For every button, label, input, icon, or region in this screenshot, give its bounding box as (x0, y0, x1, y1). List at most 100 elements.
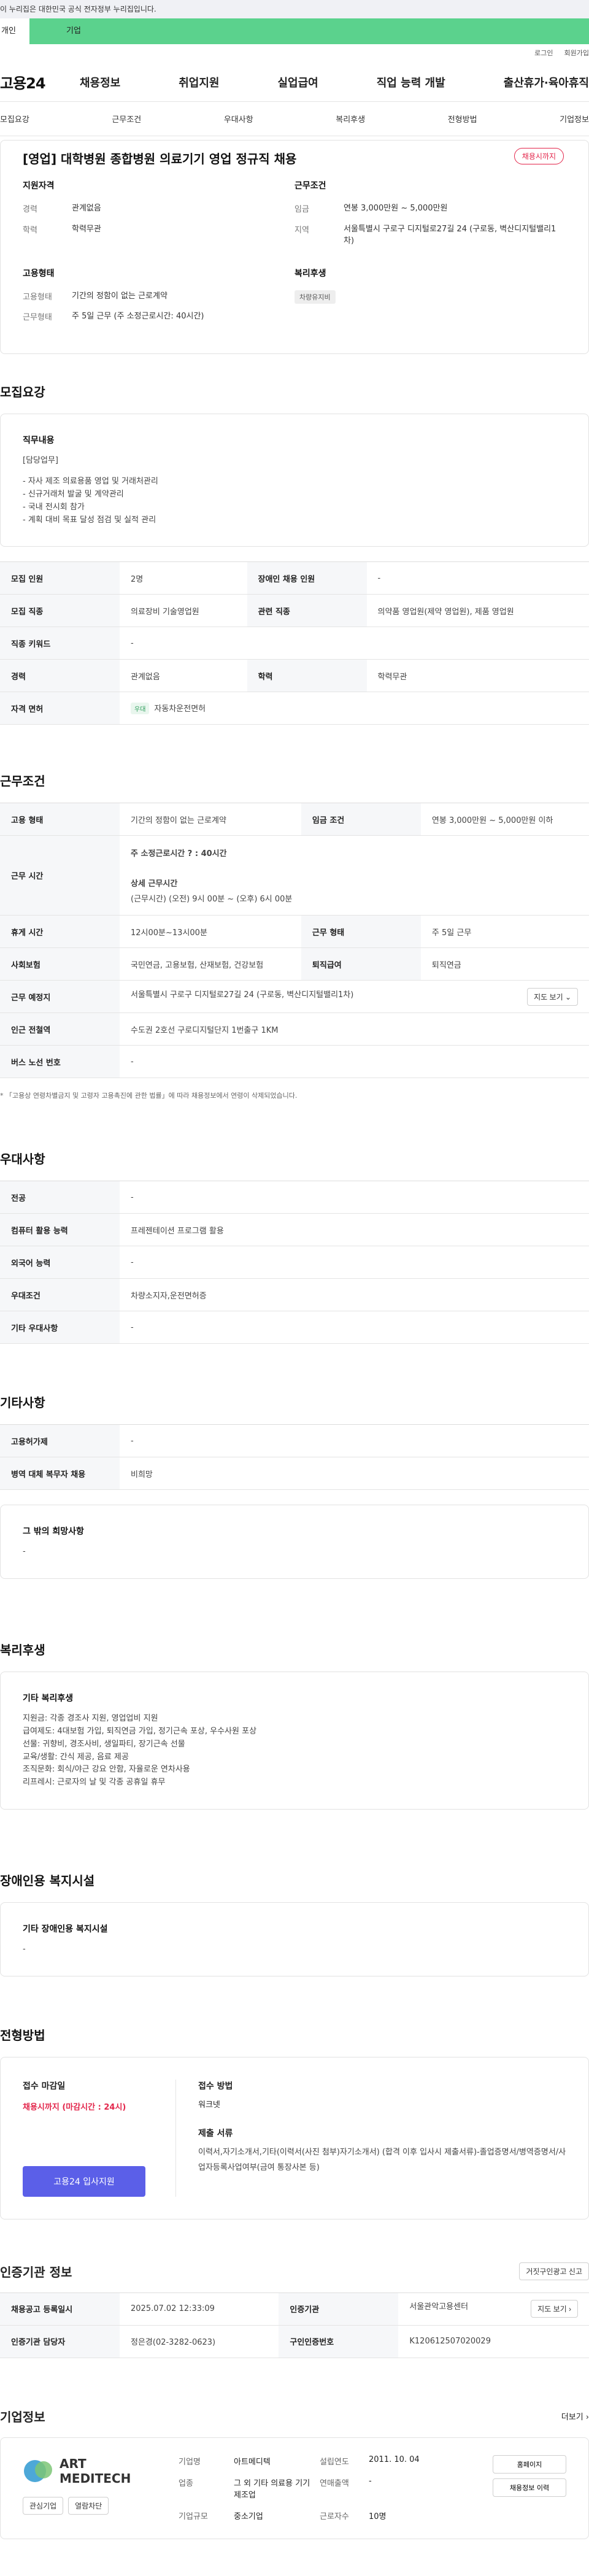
table-row: 고용 형태기간의 정함이 없는 근로계약임금 조건연봉 3,000만원 ~ 5,… (0, 803, 589, 836)
cond-title: 근무조건 (294, 179, 566, 191)
work-table: 고용 형태기간의 정함이 없는 근로계약임금 조건연봉 3,000만원 ~ 5,… (0, 803, 589, 1078)
license: 자동차운전면허 (154, 704, 206, 714)
fav-button[interactable]: 관심기업 (23, 2497, 63, 2515)
value: 기간의 정함이 없는 근로계약 (72, 290, 294, 303)
report-button[interactable]: 거짓구인광고 신고 (519, 2262, 589, 2280)
welfare-section-title: 복리후생 (0, 1640, 589, 1658)
td: 기간의 정함이 없는 근로계약 (120, 803, 301, 836)
value: 관계없음 (72, 202, 294, 215)
value: 주 5일 근무 (주 소정근로시간: 40시간) (72, 310, 294, 323)
hiring-history-button[interactable]: 채용정보 이력 (493, 2478, 566, 2497)
method-box: 접수 마감일 채용시까지 (마감시간 : 24시) 고용24 입사지원 접수 방… (0, 2057, 589, 2219)
table-row: 직종 키워드- (0, 627, 589, 660)
welfare-sub: 기타 복리후생 (23, 1692, 566, 1704)
td: 연봉 3,000만원 ~ 5,000만원 이하 (421, 803, 589, 836)
table-row: 우대조건차량소지자,운전면허증 (0, 1279, 589, 1311)
label: 경력 (23, 202, 72, 215)
hope-box: 그 밖의 희망사항 - (0, 1505, 589, 1579)
value: 학력무관 (72, 223, 294, 236)
th: 학력 (247, 660, 367, 692)
login-link[interactable]: 로그인 (534, 44, 553, 63)
td: 프레젠테이션 프로그램 활용 (120, 1214, 589, 1246)
value: 그 외 기타 의료용 기기 제조업 (234, 2477, 320, 2500)
lnb-welfare[interactable]: 복리후생 (336, 113, 365, 125)
gnb-jobs[interactable]: 채용정보 (80, 74, 120, 90)
logo-text-art: ART (60, 2456, 131, 2471)
label: 기업규모 (179, 2510, 234, 2521)
td: - (120, 1181, 589, 1214)
td: 서울특별시 구로구 디지털로27길 24 (구로동, 벽산디지털밸리1차) 지도 … (120, 981, 589, 1013)
gnb-employment-support[interactable]: 취업지원 (179, 74, 219, 90)
th: 인증기관 담당자 (0, 2325, 120, 2358)
th: 외국어 능력 (0, 1246, 120, 1279)
job-summary-card: [영업] 대학병원 종합병원 의료기기 영업 정규직 채용 채용시까지 지원자격… (0, 140, 589, 354)
pref-pill: 우대 (131, 703, 149, 714)
hope-title: 그 밖의 희망사항 (23, 1525, 566, 1537)
apply-button[interactable]: 고용24 입사지원 (23, 2166, 145, 2197)
td: - (120, 1246, 589, 1279)
lnb-work[interactable]: 근무조건 (112, 113, 141, 125)
th: 우대조건 (0, 1279, 120, 1311)
qual-title: 지원자격 (23, 179, 294, 191)
gnb-training[interactable]: 직업 능력 개발 (377, 74, 445, 90)
work-section-title: 근무조건 (0, 771, 589, 789)
th: 병역 대체 복무자 채용 (0, 1457, 120, 1490)
value: 서울특별시 구로구 디지털로27길 24 (구로동, 벽산디지털밸리1차) (344, 223, 566, 247)
map-button[interactable]: 지도 보기 ⌄ (527, 988, 578, 1006)
util-bar: 로그인 회원가입 (0, 44, 589, 63)
block-button[interactable]: 열람차단 (68, 2497, 109, 2515)
lnb-pref[interactable]: 우대사항 (224, 113, 253, 125)
label: 근무형태 (23, 310, 72, 323)
label: 설립연도 (320, 2455, 369, 2467)
label: 임금 (294, 202, 344, 215)
duty-line: - 계획 대비 목표 달성 점검 및 실적 관리 (23, 514, 566, 527)
homepage-button[interactable]: 홈페이지 (493, 2455, 566, 2474)
lnb-method[interactable]: 전형방법 (448, 113, 477, 125)
place: 서울특별시 구로구 디지털로27길 24 (구로동, 벽산디지털밸리1차) (131, 990, 353, 1000)
table-row: 경력관계없음학력학력무관 (0, 660, 589, 692)
duty-title: 직무내용 (23, 434, 566, 446)
site-logo[interactable]: 고용24 (0, 71, 67, 93)
td: 국민연금, 고용보험, 산재보험, 건강보험 (120, 948, 301, 981)
value: 아트메디텍 (234, 2455, 320, 2467)
label: 근로자수 (320, 2510, 369, 2521)
global-nav: 고용24 채용정보 취업지원 실업급여 직업 능력 개발 출산휴가·육아휴직 (0, 63, 589, 102)
pref-section-title: 우대사항 (0, 1149, 589, 1167)
lnb-recruit[interactable]: 모집요강 (0, 113, 29, 125)
other-table: 고용허가제- 병역 대체 복무자 채용비희망 (0, 1424, 589, 1490)
table-row: 고용허가제- (0, 1425, 589, 1457)
table-row: 컴퓨터 활용 능력프레젠테이션 프로그램 활용 (0, 1214, 589, 1246)
lnb-company[interactable]: 기업정보 (560, 113, 589, 125)
th: 전공 (0, 1181, 120, 1214)
label: 기업명 (179, 2455, 234, 2467)
td: 관계없음 (120, 660, 247, 692)
duty-line: [담당업무] (23, 455, 566, 468)
td: K120612507020029 (398, 2325, 589, 2358)
welfare-line: 지원금: 각종 경조사 지원, 영업업비 지원 (23, 1713, 566, 1726)
table-row: 근무 예정지서울특별시 구로구 디지털로27길 24 (구로동, 벽산디지털밸리… (0, 981, 589, 1013)
duty-line (23, 467, 566, 476)
table-row: 채용공고 등록일시2025.07.02 12:33:09인증기관서울관악고용센터… (0, 2293, 589, 2325)
org-map-button[interactable]: 지도 보기 › (531, 2300, 578, 2318)
other-section-title: 기타사항 (0, 1393, 589, 1411)
th: 경력 (0, 660, 120, 692)
td: 차량소지자,운전면허증 (120, 1279, 589, 1311)
td: - (120, 1311, 589, 1344)
th: 근무 시간 (0, 836, 120, 916)
gnb-parental-leave[interactable]: 출산휴가·육아휴직 (504, 74, 589, 90)
company-more-link[interactable]: 더보기 › (561, 2410, 589, 2422)
logo-text-meditech: MEDITECH (60, 2471, 131, 2486)
gnb-unemployment[interactable]: 실업급여 (278, 74, 318, 90)
td: 정은경(02-3282-0623) (120, 2325, 279, 2358)
company-info-grid: 기업명아트메디텍 설립연도2011. 10. 04 업종그 외 기타 의료용 기… (179, 2455, 478, 2521)
weekly-hours: 주 소정근로시간 ? : 40시간 (131, 847, 578, 858)
label: 고용형태 (23, 290, 72, 303)
tab-company[interactable]: 기업 (29, 18, 589, 44)
tab-individual[interactable]: 개인 (0, 18, 29, 44)
top-tabs: 개인 기업 (0, 18, 589, 44)
org: 서울관악고용센터 (409, 2302, 468, 2312)
table-row: 기타 우대사항- (0, 1311, 589, 1344)
table-row: 인증기관 담당자정은경(02-3282-0623)구인인증번호K12061250… (0, 2325, 589, 2358)
join-link[interactable]: 회원가입 (564, 44, 589, 63)
table-row: 외국어 능력- (0, 1246, 589, 1279)
